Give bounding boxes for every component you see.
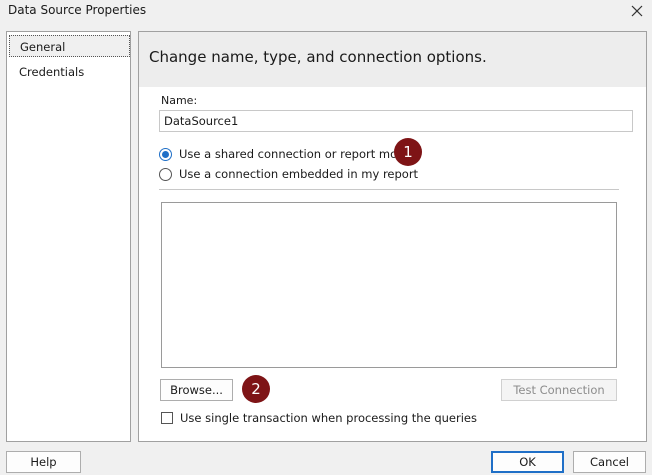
single-transaction-checkbox[interactable] [161, 412, 173, 424]
close-button[interactable] [628, 2, 646, 20]
connection-area[interactable] [161, 202, 617, 368]
help-button[interactable]: Help [6, 451, 81, 473]
nav-item-label: Credentials [19, 65, 85, 79]
single-transaction-label: Use single transaction when processing t… [180, 411, 477, 425]
title-bar: Data Source Properties [0, 0, 652, 22]
radio-shared-label: Use a shared connection or report model [179, 147, 415, 161]
content-header: Change name, type, and connection option… [139, 32, 646, 87]
separator [159, 189, 619, 190]
page-title: Change name, type, and connection option… [149, 48, 487, 66]
data-source-properties-dialog: Data Source Properties General Credentia… [0, 0, 652, 475]
cancel-button[interactable]: Cancel [573, 451, 646, 473]
nav-panel: General Credentials [6, 31, 131, 442]
nav-item-label: General [20, 40, 66, 54]
window-title: Data Source Properties [8, 3, 147, 17]
name-input[interactable] [159, 110, 633, 132]
radio-shared-connection[interactable]: Use a shared connection or report model [159, 145, 415, 163]
callout-badge-2: 2 [242, 375, 270, 403]
radio-embedded-connection[interactable]: Use a connection embedded in my report [159, 165, 418, 183]
browse-button[interactable]: Browse... [160, 379, 233, 401]
test-connection-button[interactable]: Test Connection [501, 379, 617, 401]
radio-button-embedded[interactable] [159, 167, 172, 181]
radio-button-shared[interactable] [159, 147, 172, 161]
footer-bar: Help OK Cancel [0, 447, 652, 475]
nav-item-general[interactable]: General [9, 35, 130, 57]
ok-button[interactable]: OK [491, 451, 564, 473]
nav-item-credentials[interactable]: Credentials [9, 61, 130, 83]
name-label: Name: [161, 94, 198, 107]
content-panel: Change name, type, and connection option… [138, 31, 647, 442]
callout-badge-1: 1 [394, 138, 422, 166]
close-icon [631, 5, 643, 17]
radio-embedded-label: Use a connection embedded in my report [179, 167, 419, 181]
single-transaction-option[interactable]: Use single transaction when processing t… [161, 410, 477, 426]
